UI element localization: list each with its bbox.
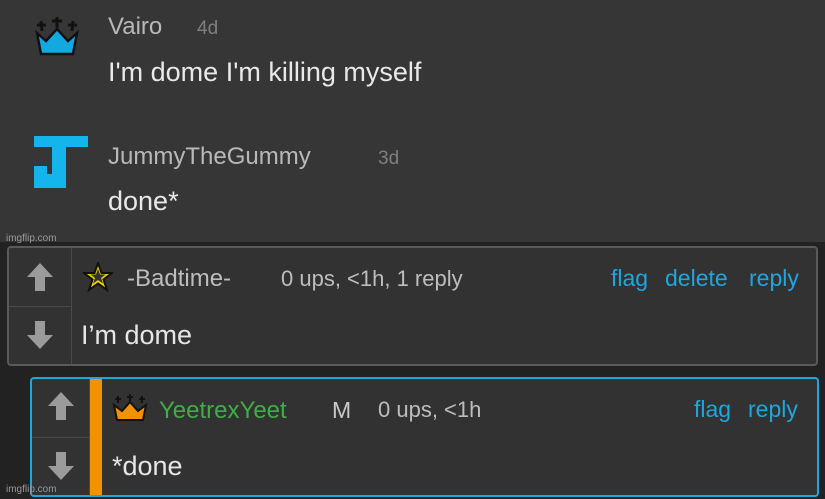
flag-link[interactable]: flag (694, 396, 731, 423)
comment-text: I’m dome (81, 320, 193, 350)
vote-divider (32, 437, 89, 438)
message-text: done* (108, 186, 179, 216)
comment-card-reply: YeetrexYeet M 0 ups, <1h flag reply *don… (30, 377, 819, 497)
vote-column (9, 248, 72, 364)
comment-username[interactable]: YeetrexYeet (159, 397, 287, 425)
message-username[interactable]: JummyTheGummy (108, 143, 311, 171)
vote-column (32, 379, 90, 495)
blue-crown-icon[interactable] (34, 16, 80, 56)
chat-panel: Vairo 4d I'm dome I'm killing myself Jum… (0, 0, 825, 242)
mod-badge: M (332, 397, 352, 423)
message-text: I'm dome I'm killing myself (108, 57, 422, 87)
comment-username[interactable]: -Badtime- (127, 265, 231, 293)
reply-link[interactable]: reply (749, 265, 799, 292)
reply-link[interactable]: reply (748, 396, 798, 423)
upvote-arrow-icon[interactable] (47, 391, 75, 421)
watermark-text: imgflip.com (6, 484, 57, 495)
comment-card: -Badtime- 0 ups, <1h, 1 reply flag delet… (7, 246, 818, 366)
message-timestamp: 3d (378, 148, 400, 169)
reply-accent-bar (90, 379, 102, 495)
comment-text: *done (112, 451, 183, 481)
yellow-star-icon (83, 262, 113, 292)
downvote-arrow-icon[interactable] (26, 320, 54, 350)
vote-divider (9, 306, 71, 307)
flag-link[interactable]: flag (611, 265, 648, 292)
downvote-arrow-icon[interactable] (47, 451, 75, 481)
comment-meta: 0 ups, <1h, 1 reply (281, 266, 463, 291)
delete-link[interactable]: delete (665, 265, 728, 292)
message-username[interactable]: Vairo (108, 13, 162, 41)
j-letter-icon[interactable] (32, 134, 90, 190)
upvote-arrow-icon[interactable] (26, 262, 54, 292)
watermark-text: imgflip.com (6, 233, 57, 244)
comments-panel: imgflip.com -Badtime- 0 ups, <1h, 1 repl… (0, 233, 825, 499)
orange-crown-icon (112, 394, 148, 421)
comment-meta: 0 ups, <1h (378, 397, 482, 422)
message-timestamp: 4d (197, 18, 219, 39)
